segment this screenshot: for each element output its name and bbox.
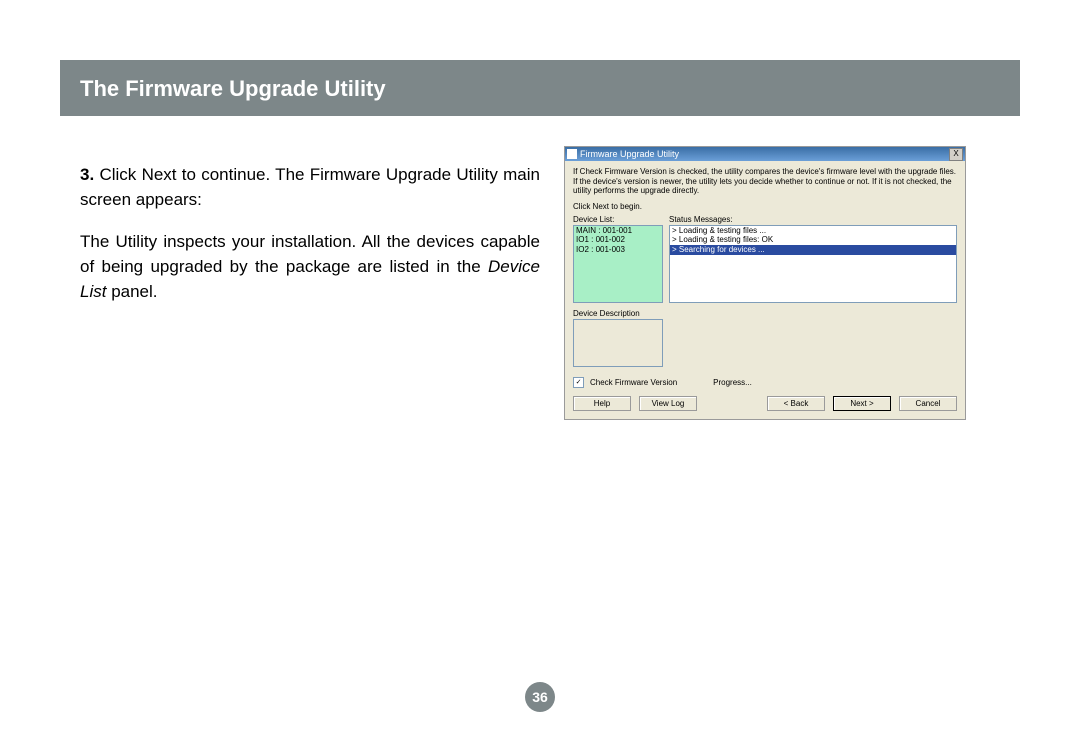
cancel-button[interactable]: Cancel — [899, 396, 957, 411]
device-list-label: Device List: — [573, 215, 663, 224]
document-page: The Firmware Upgrade Utility 3. Click Ne… — [60, 60, 1020, 420]
device-description-panel: Device Description — [573, 309, 663, 367]
list-item: > Searching for devices ... — [670, 245, 956, 255]
app-icon — [567, 149, 577, 159]
check-firmware-checkbox[interactable]: ✓ — [573, 377, 584, 388]
button-row: Help View Log < Back Next > Cancel — [573, 396, 957, 411]
desc-post: panel. — [106, 282, 157, 301]
progress-label: Progress... — [713, 378, 752, 387]
next-button[interactable]: Next > — [833, 396, 891, 411]
description-paragraph: The Utility inspects your installation. … — [80, 230, 540, 304]
list-item[interactable]: IO1 : 001-002 — [574, 235, 662, 245]
page-number-badge: 36 — [525, 682, 555, 712]
device-list[interactable]: MAIN : 001-001 IO1 : 001-002 IO2 : 001-0… — [573, 225, 663, 303]
device-description-box — [573, 319, 663, 367]
options-row: ✓ Check Firmware Version Progress... — [573, 377, 957, 388]
device-list-panel: Device List: MAIN : 001-001 IO1 : 001-00… — [573, 215, 663, 367]
step-text: Click Next to continue. The Firmware Upg… — [80, 165, 540, 209]
dialog-intro-text: If Check Firmware Version is checked, th… — [573, 167, 957, 196]
text-column: 3. Click Next to continue. The Firmware … — [80, 146, 540, 420]
list-item: > Loading & testing files: OK — [670, 235, 956, 245]
content-row: 3. Click Next to continue. The Firmware … — [60, 116, 1020, 420]
section-title: The Firmware Upgrade Utility — [80, 76, 386, 101]
close-button[interactable]: X — [949, 148, 963, 161]
help-button[interactable]: Help — [573, 396, 631, 411]
status-label: Status Messages: — [669, 215, 957, 224]
panels-row: Device List: MAIN : 001-001 IO1 : 001-00… — [573, 215, 957, 367]
step-paragraph: 3. Click Next to continue. The Firmware … — [80, 163, 540, 212]
list-item[interactable]: MAIN : 001-001 — [574, 226, 662, 236]
list-item: > Loading & testing files ... — [670, 226, 956, 236]
view-log-button[interactable]: View Log — [639, 396, 697, 411]
dialog-titlebar: Firmware Upgrade Utility X — [565, 147, 965, 161]
step-number: 3. — [80, 165, 94, 184]
status-list[interactable]: > Loading & testing files ... > Loading … — [669, 225, 957, 303]
list-item[interactable]: IO2 : 001-003 — [574, 245, 662, 255]
check-firmware-label: Check Firmware Version — [590, 378, 677, 387]
device-description-label: Device Description — [573, 309, 663, 318]
screenshot-column: Firmware Upgrade Utility X If Check Firm… — [564, 146, 1000, 420]
page-number-container: 36 — [0, 682, 1080, 712]
desc-pre: The Utility inspects your installation. … — [80, 232, 540, 276]
firmware-dialog: Firmware Upgrade Utility X If Check Firm… — [564, 146, 966, 420]
back-button[interactable]: < Back — [767, 396, 825, 411]
dialog-title: Firmware Upgrade Utility — [580, 149, 949, 159]
section-title-bar: The Firmware Upgrade Utility — [60, 60, 1020, 116]
dialog-click-next: Click Next to begin. — [573, 202, 957, 211]
status-panel: Status Messages: > Loading & testing fil… — [669, 215, 957, 367]
dialog-body: If Check Firmware Version is checked, th… — [565, 161, 965, 419]
